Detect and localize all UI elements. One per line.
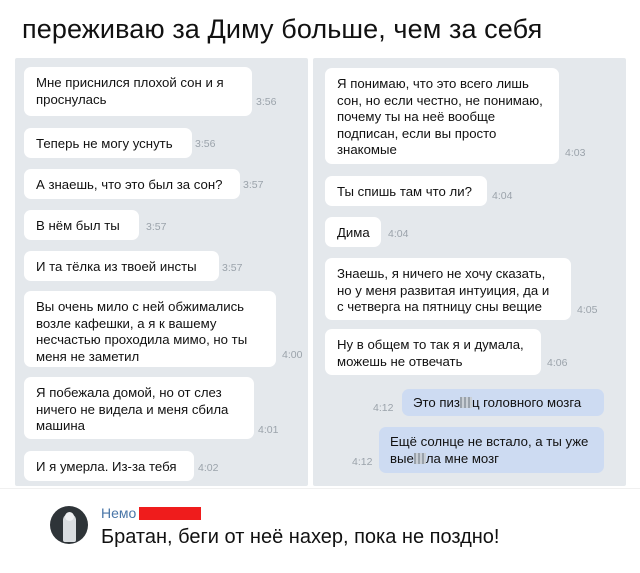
message-time: 4:05 xyxy=(577,304,598,316)
message-text: И та тёлка из твоей инсты xyxy=(36,259,197,274)
avatar-figure-head xyxy=(65,512,74,521)
redacted-name-bar xyxy=(139,507,201,520)
incoming-message: Ты спишь там что ли? xyxy=(325,176,487,206)
message-time: 4:03 xyxy=(565,147,586,159)
incoming-message: Я побежала домой, но от слез ничего не в… xyxy=(24,377,254,439)
message-time: 3:57 xyxy=(222,262,243,274)
message-text: Ну в общем то так я и думала, можешь не … xyxy=(337,337,524,369)
incoming-message: Знаешь, я ничего не хочу сказать, но у м… xyxy=(325,258,571,320)
censor-blur xyxy=(459,397,472,408)
message-time: 4:12 xyxy=(352,456,373,468)
message-time: 4:02 xyxy=(198,462,219,474)
incoming-message: А знаешь, что это был за сон? xyxy=(24,169,240,199)
message-text: И я умерла. Из-за тебя xyxy=(36,459,177,474)
message-time: 3:57 xyxy=(146,221,167,233)
outgoing-message: Это пиз ц головного мозга xyxy=(402,389,604,416)
incoming-message: В нём был ты xyxy=(24,210,139,240)
message-text: Ты спишь там что ли? xyxy=(337,184,472,199)
divider xyxy=(0,488,640,489)
message-text-part: Это пиз xyxy=(413,395,460,410)
message-text-part: вые xyxy=(390,450,414,466)
incoming-message: Ну в общем то так я и думала, можешь не … xyxy=(325,329,541,375)
message-text-line: Ещё солнце не встало, а ты уже xyxy=(390,434,589,449)
incoming-message: Теперь не могу уснуть xyxy=(24,128,192,158)
message-time: 4:04 xyxy=(492,190,513,202)
outgoing-message: Ещё солнце не встало, а ты уже вые ла мне… xyxy=(379,427,604,473)
post-title: переживаю за Диму больше, чем за себя xyxy=(22,14,543,44)
message-text: Я понимаю, что это всего лишь сон, но ес… xyxy=(337,76,543,157)
comment-author[interactable]: Немо xyxy=(101,505,136,521)
message-time: 4:04 xyxy=(388,228,409,240)
message-text: Я побежала домой, но от слез ничего не в… xyxy=(36,385,229,433)
message-text-part: ц головного мозга xyxy=(471,395,582,410)
message-time: 4:06 xyxy=(547,357,568,369)
message-time: 4:00 xyxy=(282,349,303,361)
message-text: Вы очень мило с ней обжимались возле каф… xyxy=(36,299,248,364)
message-text-part: ла мне мозг xyxy=(425,450,499,466)
message-text: Мне приснился плохой сон и я проснулась xyxy=(36,75,224,107)
message-time: 3:56 xyxy=(195,138,216,150)
message-text: В нём был ты xyxy=(36,218,120,233)
message-time: 3:56 xyxy=(256,96,277,108)
comment-text: Братан, беги от неё нахер, пока не поздн… xyxy=(101,526,500,548)
incoming-message: Вы очень мило с ней обжимались возле каф… xyxy=(24,291,276,367)
censor-blur xyxy=(413,452,426,464)
incoming-message: И я умерла. Из-за тебя xyxy=(24,451,194,481)
incoming-message: Мне приснился плохой сон и я проснулась xyxy=(24,67,252,116)
message-time: 4:12 xyxy=(373,402,394,414)
incoming-message: Я понимаю, что это всего лишь сон, но ес… xyxy=(325,68,559,164)
message-text: Теперь не могу уснуть xyxy=(36,136,173,151)
message-time: 4:01 xyxy=(258,424,279,436)
incoming-message: И та тёлка из твоей инсты xyxy=(24,251,219,281)
message-text: А знаешь, что это был за сон? xyxy=(36,177,223,192)
avatar[interactable] xyxy=(50,506,88,544)
message-time: 3:57 xyxy=(243,179,264,191)
incoming-message: Дима xyxy=(325,217,381,247)
message-text: Знаешь, я ничего не хочу сказать, но у м… xyxy=(337,266,550,314)
message-text: Дима xyxy=(337,225,370,240)
